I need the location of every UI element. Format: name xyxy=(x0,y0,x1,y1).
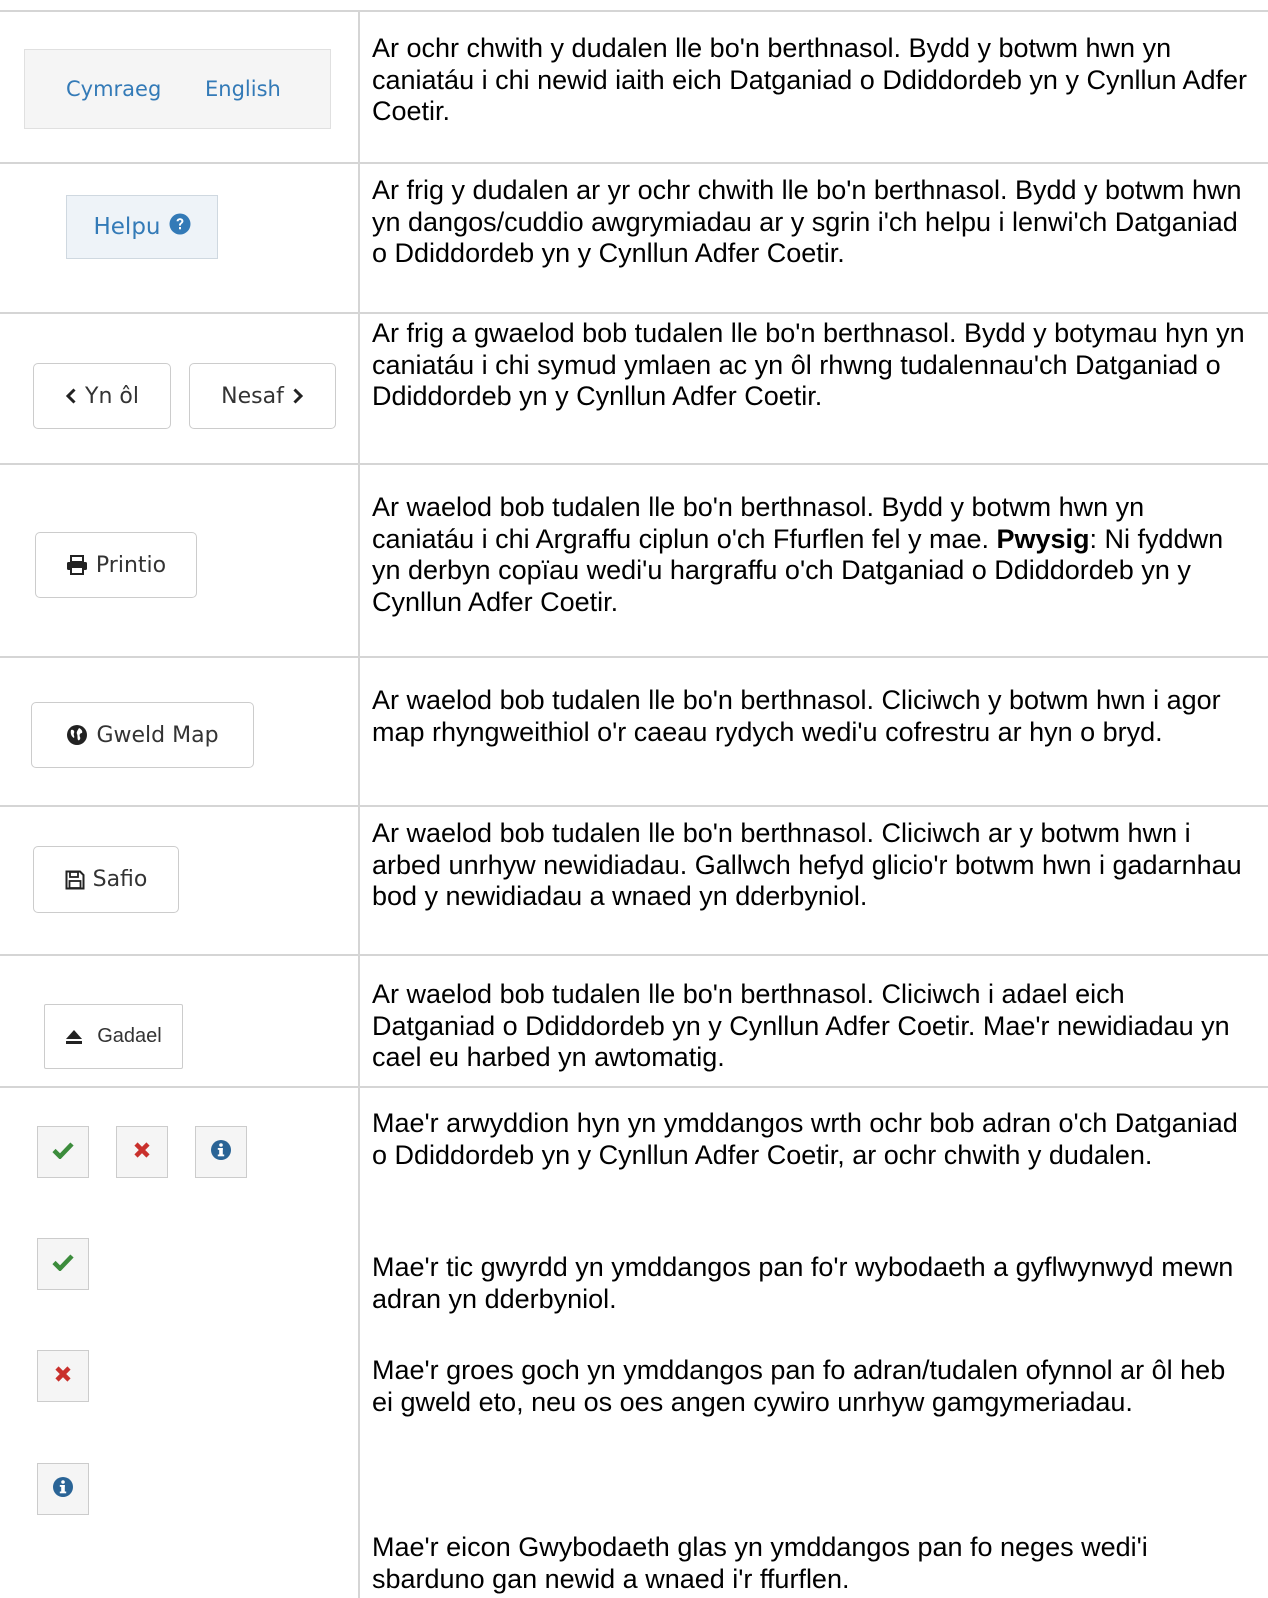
info-icon xyxy=(210,1139,232,1166)
info-status xyxy=(195,1126,247,1178)
save-button-label: Safio xyxy=(92,867,148,892)
tick-icon xyxy=(52,1253,74,1276)
info-status-example xyxy=(37,1463,89,1515)
view-map-button[interactable]: Gweld Map xyxy=(31,702,254,768)
back-button-label: Yn ôl xyxy=(85,383,139,409)
row-divider xyxy=(0,805,1268,807)
english-link[interactable]: English xyxy=(205,77,281,101)
print-icon xyxy=(66,555,88,575)
print-button-label: Printio xyxy=(95,552,167,578)
indicators-description: Mae'r arwyddion hyn yn ymddangos wrth oc… xyxy=(372,1108,1238,1170)
row-divider xyxy=(0,463,1268,465)
help-button-label: Helpu xyxy=(93,214,161,240)
important-label: Pwysig xyxy=(996,523,1090,554)
save-description: Ar waelod bob tudalen lle bo'n berthnaso… xyxy=(372,818,1242,911)
row-divider xyxy=(0,954,1268,956)
row-divider xyxy=(0,312,1268,314)
floppy-disk-icon xyxy=(65,870,85,890)
print-description: Ar waelod bob tudalen lle bo'n berthnaso… xyxy=(372,492,1252,618)
info-description: Mae'r eicon Gwybodaeth glas yn ymddangos… xyxy=(372,1532,1148,1594)
tick-description: Mae'r tic gwyrdd yn ymddangos pan fo'r w… xyxy=(372,1252,1234,1314)
save-button[interactable]: Safio xyxy=(33,846,179,913)
tick-icon xyxy=(52,1141,74,1164)
cross-icon xyxy=(54,1365,72,1388)
cymraeg-link[interactable]: Cymraeg xyxy=(66,77,161,101)
table-top-border xyxy=(0,10,1268,12)
chevron-left-icon xyxy=(65,388,77,404)
cross-status xyxy=(116,1126,168,1178)
help-button[interactable]: Helpu xyxy=(66,195,218,259)
exit-button-label: Gadael xyxy=(97,1025,162,1047)
next-button[interactable]: Nesaf xyxy=(189,363,336,429)
view-map-button-label: Gweld Map xyxy=(96,722,219,748)
eject-icon xyxy=(65,1029,83,1044)
row-divider xyxy=(0,1086,1268,1088)
help-description: Ar frig y dudalen ar yr ochr chwith lle … xyxy=(372,175,1242,268)
row-divider xyxy=(0,162,1268,164)
next-button-label: Nesaf xyxy=(221,383,284,409)
chevron-right-icon xyxy=(292,388,304,404)
question-circle-icon xyxy=(169,213,191,241)
globe-icon xyxy=(66,724,88,746)
tick-status-example xyxy=(37,1238,89,1290)
info-icon xyxy=(52,1476,74,1503)
cross-status-example xyxy=(37,1350,89,1402)
exit-description: Ar waelod bob tudalen lle bo'n berthnaso… xyxy=(372,979,1230,1072)
print-button[interactable]: Printio xyxy=(35,532,197,598)
navigation-description: Ar frig a gwaelod bob tudalen lle bo'n b… xyxy=(372,318,1245,411)
tick-status xyxy=(37,1126,89,1178)
exit-button[interactable]: Gadael xyxy=(44,1004,183,1069)
cross-description: Mae'r groes goch yn ymddangos pan fo adr… xyxy=(372,1355,1226,1417)
language-description: Ar ochr chwith y dudalen lle bo'n berthn… xyxy=(372,33,1248,126)
column-divider xyxy=(358,10,360,1598)
row-divider xyxy=(0,656,1268,658)
map-description: Ar waelod bob tudalen lle bo'n berthnaso… xyxy=(372,685,1221,747)
back-button[interactable]: Yn ôl xyxy=(33,363,171,429)
cross-icon xyxy=(133,1141,151,1164)
